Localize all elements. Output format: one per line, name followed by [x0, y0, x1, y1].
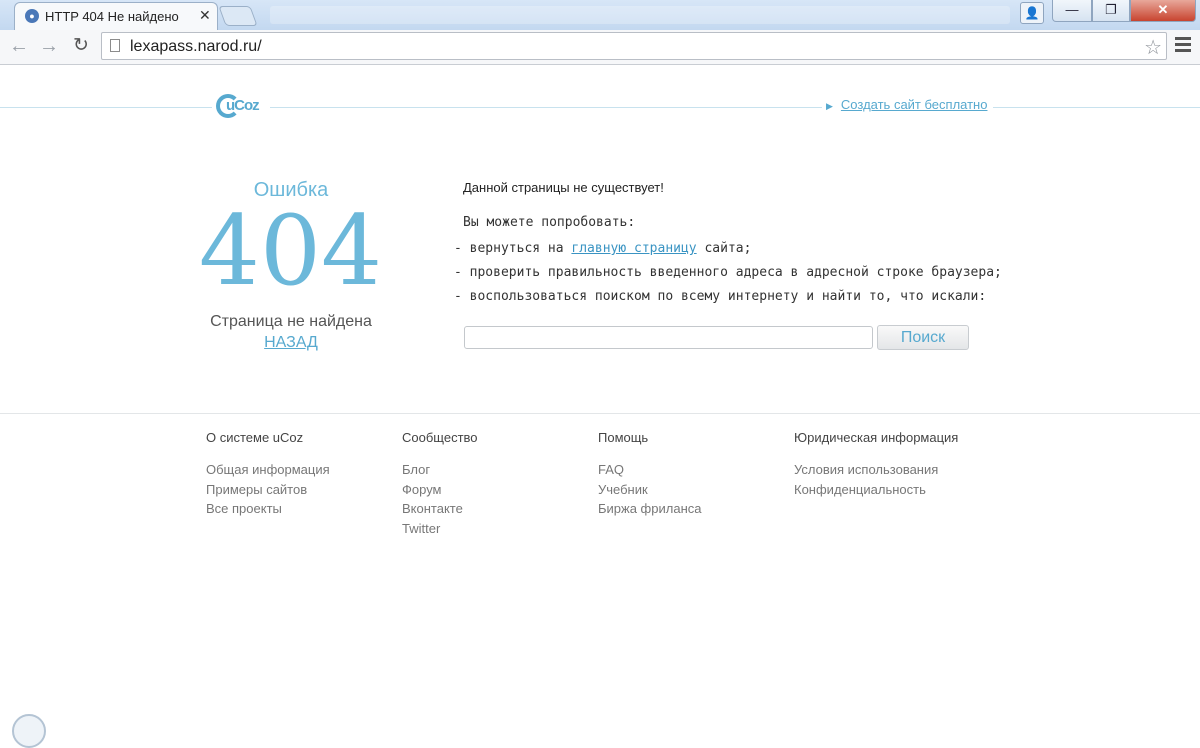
create-site-block: ▶ Создать сайт бесплатно [822, 97, 994, 112]
option-check-address: - проверить правильность введенного адре… [454, 265, 1002, 280]
browser-toolbar: ← → ↻ lexapass.narod.ru/ ☆ [0, 30, 1200, 65]
address-bar[interactable]: lexapass.narod.ru/ ☆ [101, 32, 1167, 60]
footer-link[interactable]: Биржа фриланса [598, 501, 701, 521]
footer-link[interactable]: Общая информация [206, 462, 330, 482]
tab-title: HTTP 404 Не найдено [45, 9, 179, 24]
bookmark-star-icon[interactable]: ☆ [1144, 35, 1162, 60]
footer-link[interactable]: Вконтакте [402, 501, 478, 521]
footer-link[interactable]: Блог [402, 462, 478, 482]
background-tabs-area[interactable] [270, 6, 1010, 24]
error-subtitle: Страница не найдена [210, 313, 372, 330]
close-window-button[interactable]: ✕ [1130, 0, 1196, 22]
search-input[interactable] [464, 326, 873, 349]
ucoz-logo[interactable]: uCoz [212, 90, 270, 124]
footer-link[interactable]: Форум [402, 482, 478, 502]
footer-heading: Юридическая информация [794, 430, 959, 445]
back-link[interactable]: НАЗАД [196, 334, 386, 352]
maximize-button[interactable]: ❐ [1092, 0, 1130, 22]
forward-arrow-icon[interactable]: → [38, 36, 60, 57]
footer-link[interactable]: Twitter [402, 521, 478, 541]
tab-close-icon[interactable]: ✕ [199, 7, 211, 24]
footer-heading: Помощь [598, 430, 649, 445]
corner-logo-icon [12, 714, 46, 748]
footer-heading: Сообщество [402, 430, 478, 445]
url-text[interactable]: lexapass.narod.ru/ [130, 38, 262, 56]
footer-link[interactable]: Условия использования [794, 462, 958, 482]
footer-link[interactable]: Учебник [598, 482, 701, 502]
option-home-suffix: сайта; [696, 241, 752, 256]
footer-link[interactable]: FAQ [598, 462, 701, 482]
error-code: 404 [198, 195, 383, 307]
new-tab-button[interactable] [218, 6, 258, 26]
home-page-link[interactable]: главную страницу [571, 241, 696, 256]
tab-favicon-icon: ● [25, 9, 39, 23]
footer-divider [0, 413, 1200, 414]
tab-active[interactable]: ● HTTP 404 Не найдено ✕ [14, 2, 218, 30]
create-site-link[interactable]: Создать сайт бесплатно [841, 97, 988, 112]
browser-titlebar: ● HTTP 404 Не найдено ✕ 👤 — ❐ ✕ [0, 0, 1200, 30]
header-divider [0, 107, 1200, 108]
footer-column-help: Помощь FAQ Учебник Биржа фриланса [598, 430, 701, 521]
triangle-right-icon: ▶ [826, 101, 833, 111]
page-icon [110, 39, 120, 52]
footer-heading: О системе uCoz [206, 430, 304, 445]
option-home: - вернуться на главную страницу сайта; [454, 241, 751, 256]
option-home-prefix: - вернуться на [454, 241, 572, 256]
option-search: - воспользоваться поиском по всему интер… [454, 289, 987, 304]
footer-column-community: Сообщество Блог Форум Вконтакте Twitter [402, 430, 478, 540]
message-try: Вы можете попробовать: [463, 215, 636, 230]
logo-text: uCoz [226, 97, 260, 114]
back-arrow-icon[interactable]: ← [8, 36, 30, 57]
message-title: Данной страницы не существует! [463, 180, 664, 195]
footer-column-legal: Юридическая информация Условия использов… [794, 430, 958, 501]
minimize-button[interactable]: — [1052, 0, 1092, 22]
footer-link[interactable]: Конфиденциальность [794, 482, 958, 502]
reload-icon[interactable]: ↻ [70, 36, 92, 57]
footer-link[interactable]: Все проекты [206, 501, 330, 521]
menu-icon[interactable] [1175, 37, 1191, 53]
footer-column-about: О системе uCoz Общая информация Примеры … [206, 430, 330, 521]
search-button[interactable]: Поиск [877, 325, 969, 350]
footer-link[interactable]: Примеры сайтов [206, 482, 330, 502]
user-profile-icon[interactable]: 👤 [1020, 2, 1044, 24]
